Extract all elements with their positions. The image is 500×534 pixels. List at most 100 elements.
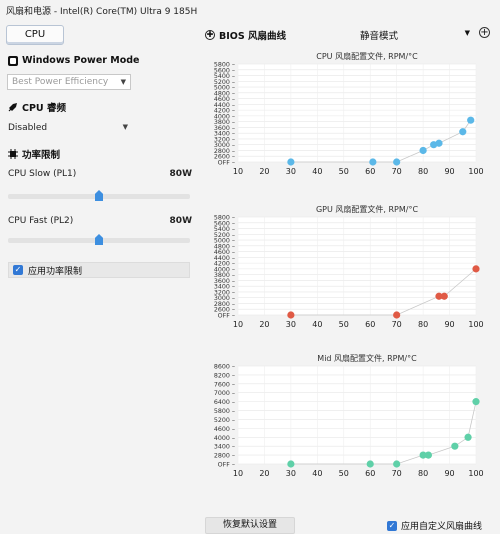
y-tick-label: 3400 –: [214, 444, 235, 451]
left-panel: CPU Windows Power Mode Best Power Effici…: [0, 20, 200, 534]
pl2-value: 80W: [169, 216, 192, 226]
x-tick-label: 50: [339, 167, 349, 176]
x-tick-label: 40: [312, 320, 322, 329]
y-tick-label: 7600 –: [214, 381, 235, 388]
fan-plus-icon: ✚: [205, 30, 215, 40]
x-tick-label: 100: [468, 469, 483, 478]
x-tick-label: 100: [468, 320, 483, 329]
x-tick-label: 60: [365, 167, 375, 176]
cpu-boost-heading-text: CPU 睿频: [22, 103, 66, 114]
pl1-value: 80W: [169, 169, 192, 179]
chevron-down-icon: ▼: [122, 123, 128, 131]
x-tick-label: 70: [392, 469, 402, 478]
pl1-label: CPU Slow (PL1): [8, 169, 77, 179]
y-tick-label: 6400 –: [214, 399, 235, 406]
power-limit-heading-text: 功率限制: [22, 150, 61, 161]
x-tick-label: 90: [444, 167, 454, 176]
curve-point[interactable]: [464, 433, 472, 441]
cpu-button[interactable]: CPU: [6, 25, 64, 45]
pl1-slider-thumb[interactable]: [95, 190, 103, 201]
curve-point[interactable]: [393, 158, 401, 166]
curve-point[interactable]: [467, 116, 475, 124]
curve-point[interactable]: [459, 128, 467, 136]
apply-power-limit-checkbox[interactable]: ✓ 应用功率限制: [8, 262, 190, 278]
fan-curve-heading: ✚ BIOS 风扇曲线: [205, 28, 286, 42]
y-tick-label: 5800 –: [214, 215, 235, 222]
x-tick-label: 90: [444, 320, 454, 329]
x-tick-label: 60: [365, 469, 375, 478]
curve-point[interactable]: [287, 311, 295, 319]
right-panel: ✚ BIOS 风扇曲线 静音模式 ▼ + CPU 风扇配置文件, RPM/°C O…: [200, 20, 500, 534]
x-tick-label: 40: [312, 469, 322, 478]
x-tick-label: 80: [418, 167, 428, 176]
reset-defaults-button[interactable]: 恢复默认设置: [205, 517, 295, 534]
cpu-boost-select[interactable]: Disabled ▼: [8, 123, 130, 137]
pl2-label: CPU Fast (PL2): [8, 216, 74, 226]
y-tick-label: 5200 –: [214, 417, 235, 424]
add-icon[interactable]: +: [479, 27, 490, 38]
curve-point[interactable]: [435, 139, 443, 147]
power-mode-select[interactable]: Best Power Efficiency ▼: [7, 74, 131, 90]
y-tick-label: 2800 –: [214, 453, 235, 460]
curve-point[interactable]: [451, 442, 459, 450]
y-tick-label: OFF –: [218, 462, 235, 469]
curve-point[interactable]: [472, 265, 480, 273]
curve-point[interactable]: [440, 292, 448, 300]
chevron-down-icon: ▼: [464, 29, 470, 37]
plot-area: [238, 366, 476, 464]
x-tick-label: 70: [392, 320, 402, 329]
x-tick-label: 90: [444, 469, 454, 478]
x-tick-label: 20: [259, 469, 269, 478]
chart-title: Mid 风扇配置文件, RPM/°C: [317, 353, 417, 363]
x-tick-label: 80: [418, 469, 428, 478]
y-tick-label: 8200 –: [214, 372, 235, 379]
y-tick-label: 5800 –: [214, 408, 235, 415]
checkmark-icon: ✓: [387, 520, 397, 531]
curve-point[interactable]: [366, 460, 374, 468]
x-tick-label: 10: [233, 167, 243, 176]
chart-title: CPU 风扇配置文件, RPM/°C: [316, 51, 418, 61]
x-tick-label: 40: [312, 167, 322, 176]
y-tick-label: 5800 –: [214, 62, 235, 69]
apply-custom-curve-checkbox[interactable]: ✓ 应用自定义风扇曲线: [387, 519, 482, 532]
power-limit-heading: 功率限制: [8, 147, 60, 161]
pl2-slider-thumb[interactable]: [95, 234, 103, 245]
apply-power-limit-label: 应用功率限制: [28, 266, 83, 277]
power-mode-heading-text: Windows Power Mode: [22, 55, 140, 66]
curve-point[interactable]: [424, 451, 432, 459]
curve-point[interactable]: [287, 158, 295, 166]
mid-fan-chart: Mid 风扇配置文件, RPM/°C OFF – 2800 – 3400 – 4000 …: [200, 352, 500, 492]
plot-area: [238, 64, 476, 162]
gpu-fan-chart: GPU 风扇配置文件, RPM/°C OFF –2600 –2800 –3000 …: [200, 203, 500, 343]
x-tick-label: 30: [286, 320, 296, 329]
x-tick-label: 10: [233, 320, 243, 329]
cpu-boost-heading: CPU 睿频: [8, 100, 66, 114]
pl2-slider[interactable]: [8, 234, 190, 245]
x-tick-label: 60: [365, 320, 375, 329]
curve-point[interactable]: [369, 158, 377, 166]
rocket-icon: [8, 103, 17, 112]
curve-point[interactable]: [472, 398, 480, 406]
fan-mode-select[interactable]: 静音模式 ▼: [360, 28, 470, 42]
plot-area: [238, 217, 476, 315]
curve-point[interactable]: [419, 146, 427, 155]
x-tick-label: 80: [418, 320, 428, 329]
pl1-slider[interactable]: [8, 190, 190, 201]
curve-point[interactable]: [393, 311, 401, 319]
cpu-fan-chart: CPU 风扇配置文件, RPM/°C OFF –2600 –2800 –3000 …: [200, 50, 500, 190]
y-tick-label: 4600 –: [214, 426, 235, 433]
x-tick-label: 50: [339, 469, 349, 478]
x-tick-label: 30: [286, 469, 296, 478]
power-mode-heading: Windows Power Mode: [8, 55, 140, 66]
cpu-boost-value: Disabled: [8, 123, 48, 133]
power-mode-value: Best Power Efficiency: [12, 77, 109, 87]
x-tick-label: 30: [286, 167, 296, 176]
curve-point[interactable]: [393, 460, 401, 468]
x-tick-label: 20: [259, 320, 269, 329]
curve-point[interactable]: [287, 460, 295, 468]
x-tick-label: 70: [392, 167, 402, 176]
windows-icon: [8, 55, 18, 66]
apply-custom-curve-label: 应用自定义风扇曲线: [401, 522, 483, 532]
x-tick-label: 20: [259, 167, 269, 176]
fan-mode-value: 静音模式: [360, 31, 399, 42]
